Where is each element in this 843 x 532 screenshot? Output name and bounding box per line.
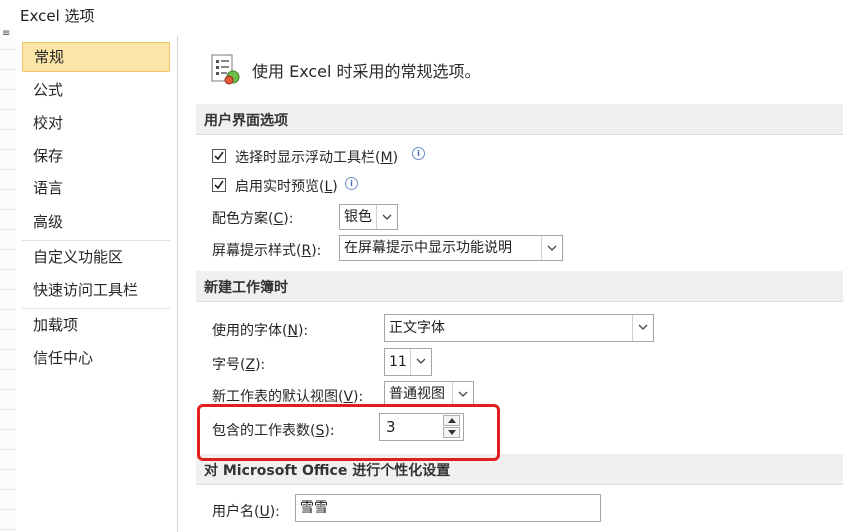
sidebar-item-trust-center[interactable]: 信任中心 bbox=[22, 343, 170, 373]
sidebar-item-label: 常规 bbox=[34, 48, 65, 66]
label-end: ) bbox=[332, 179, 338, 195]
section-header-new-workbook: 新建工作簿时 bbox=[196, 271, 843, 302]
sidebar-item-formulas[interactable]: 公式 bbox=[22, 75, 170, 105]
sidebar-divider bbox=[22, 308, 170, 309]
color-scheme-label: 配色方案(C): bbox=[212, 208, 293, 228]
font-size-dropdown[interactable]: 11 bbox=[384, 348, 432, 376]
sidebar-item-label: 公式 bbox=[33, 81, 64, 99]
input-value: 雪雪 bbox=[300, 500, 328, 516]
sidebar-item-label: 高级 bbox=[33, 213, 64, 231]
annotation-highlight-box bbox=[197, 404, 500, 461]
dropdown-value: 普通视图 bbox=[389, 386, 445, 402]
sidebar-item-customize-ribbon[interactable]: 自定义功能区 bbox=[22, 242, 170, 272]
label-text: 用户名( bbox=[212, 504, 260, 520]
background-grid-icon: ≡ bbox=[2, 28, 11, 39]
access-key: Z bbox=[245, 357, 256, 373]
window-title: Excel 选项 bbox=[20, 7, 95, 25]
sidebar-divider bbox=[22, 240, 170, 241]
font-size-label: 字号(Z): bbox=[212, 354, 265, 374]
chevron-down-icon bbox=[541, 236, 562, 260]
dropdown-value: 正文字体 bbox=[389, 320, 445, 336]
sidebar-item-label: 语言 bbox=[33, 179, 64, 197]
sidebar-item-quick-access-toolbar[interactable]: 快速访问工具栏 bbox=[22, 275, 170, 305]
sidebar-item-save[interactable]: 保存 bbox=[22, 141, 170, 171]
dropdown-value: 在屏幕提示中显示功能说明 bbox=[344, 240, 512, 256]
default-view-label: 新工作表的默认视图(V): bbox=[212, 386, 363, 406]
page-description: 使用 Excel 时采用的常规选项。 bbox=[252, 62, 481, 81]
chevron-down-icon bbox=[376, 205, 397, 229]
section-title: 用户界面选项 bbox=[204, 113, 288, 129]
access-key: C bbox=[273, 211, 284, 227]
label-end: ): bbox=[311, 243, 322, 259]
general-options-icon bbox=[208, 52, 242, 86]
section-title: 对 Microsoft Office 进行个性化设置 bbox=[204, 463, 451, 479]
default-font-dropdown[interactable]: 正文字体 bbox=[384, 314, 654, 342]
username-input[interactable]: 雪雪 bbox=[295, 494, 601, 522]
info-icon[interactable]: i bbox=[345, 177, 358, 190]
label-text: 字号( bbox=[212, 357, 246, 373]
default-font-label: 使用的字体(N): bbox=[212, 320, 308, 340]
color-scheme-dropdown[interactable]: 银色 bbox=[339, 204, 398, 230]
screentip-style-label: 屏幕提示样式(R): bbox=[212, 240, 321, 260]
label-text: 启用实时预览( bbox=[235, 179, 325, 195]
label-end: ) bbox=[392, 150, 399, 166]
label-text: 新工作表的默认视图( bbox=[212, 389, 344, 405]
label-text: 配色方案( bbox=[212, 211, 274, 227]
live-preview-checkbox[interactable] bbox=[212, 178, 226, 192]
mini-toolbar-checkbox[interactable] bbox=[212, 149, 226, 163]
dropdown-value: 银色 bbox=[344, 209, 372, 225]
live-preview-label[interactable]: 启用实时预览(L) bbox=[235, 176, 338, 196]
info-icon[interactable]: i bbox=[412, 147, 425, 160]
chevron-down-icon bbox=[452, 382, 473, 406]
label-text: 使用的字体( bbox=[212, 323, 288, 339]
label-end: ): bbox=[283, 211, 294, 227]
sidebar-item-add-ins[interactable]: 加载项 bbox=[22, 310, 170, 340]
chevron-down-icon bbox=[632, 315, 653, 341]
section-header-ui-options: 用户界面选项 bbox=[196, 104, 843, 135]
label-end: ): bbox=[255, 357, 266, 373]
section-title: 新建工作簿时 bbox=[204, 280, 288, 296]
mini-toolbar-label[interactable]: 选择时显示浮动工具栏(M) bbox=[235, 147, 398, 167]
sidebar-item-label: 自定义功能区 bbox=[33, 248, 124, 266]
sidebar-item-label: 信任中心 bbox=[33, 349, 94, 367]
label-text: 选择时显示浮动工具栏( bbox=[235, 150, 381, 166]
access-key: U bbox=[259, 504, 270, 520]
sidebar-item-label: 保存 bbox=[33, 147, 64, 165]
chevron-down-icon bbox=[410, 349, 431, 375]
sidebar-item-label: 校对 bbox=[33, 114, 64, 132]
dropdown-value: 11 bbox=[389, 354, 407, 370]
options-sidebar: 常规 公式 校对 保存 语言 高级 自定义功能区 快速访问工具栏 加载项 信任中… bbox=[17, 36, 178, 532]
sidebar-item-general[interactable]: 常规 bbox=[22, 42, 170, 72]
access-key: R bbox=[301, 243, 312, 259]
title-bar: Excel 选项 bbox=[0, 0, 843, 30]
label-end: ): bbox=[297, 323, 309, 339]
sidebar-item-proofing[interactable]: 校对 bbox=[22, 108, 170, 138]
sidebar-item-label: 加载项 bbox=[33, 316, 79, 334]
label-end: ): bbox=[269, 504, 280, 520]
access-key: V bbox=[343, 389, 354, 405]
access-key: M bbox=[380, 150, 393, 166]
sidebar-item-language[interactable]: 语言 bbox=[22, 173, 170, 203]
access-key: N bbox=[287, 323, 298, 339]
sidebar-item-advanced[interactable]: 高级 bbox=[22, 207, 170, 237]
screentip-style-dropdown[interactable]: 在屏幕提示中显示功能说明 bbox=[339, 235, 563, 261]
username-label: 用户名(U): bbox=[212, 501, 280, 521]
label-text: 屏幕提示样式( bbox=[212, 243, 302, 259]
background-sheet-edge bbox=[0, 30, 16, 532]
sidebar-item-label: 快速访问工具栏 bbox=[33, 281, 139, 299]
label-end: ): bbox=[353, 389, 364, 405]
